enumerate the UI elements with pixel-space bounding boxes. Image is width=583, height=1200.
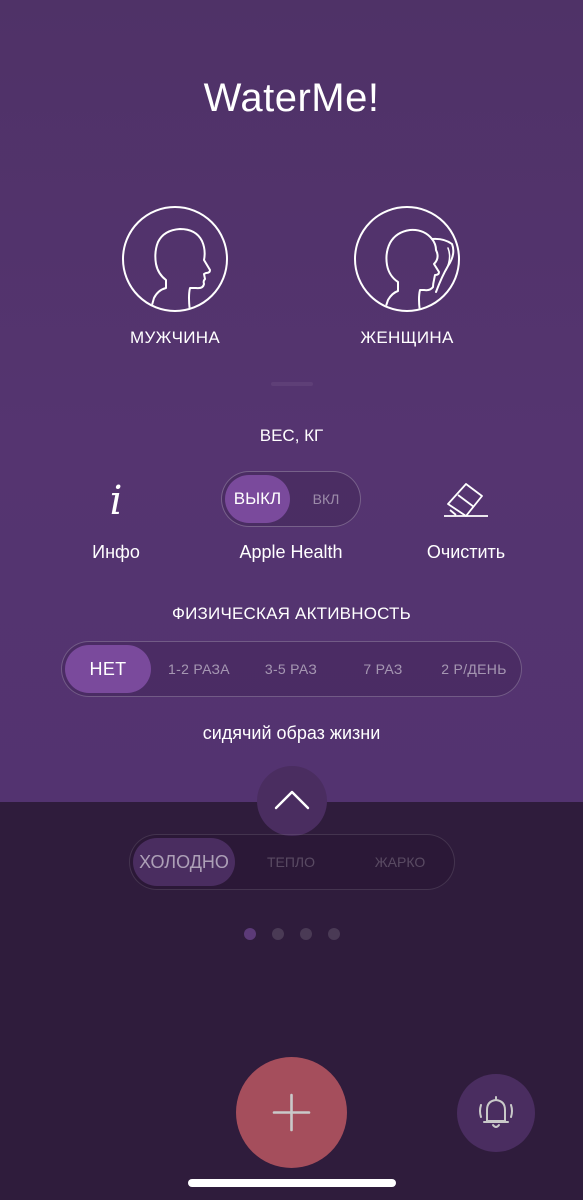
eraser-icon[interactable] [440,476,492,522]
climate-option-hot[interactable]: ЖАРКО [348,838,452,886]
reminder-button[interactable] [457,1074,535,1152]
gender-female-label: ЖЕНЩИНА [360,328,454,347]
female-avatar-circle[interactable] [354,206,460,312]
chevron-up-icon [274,790,310,810]
apple-health-toggle[interactable]: ВЫКЛ ВКЛ [221,471,361,527]
app-title: WaterMe! [203,76,380,120]
activity-option-3-5[interactable]: 3-5 РАЗ [247,645,335,693]
page-dot[interactable] [328,928,340,940]
bell-ringing-icon [479,1096,513,1128]
apple-health-label: Apple Health [239,542,343,562]
plus-icon [272,1093,311,1132]
info-icon[interactable]: i [98,478,134,524]
male-avatar-circle[interactable] [122,206,228,312]
gender-male-label: МУЖЧИНА [130,328,220,347]
male-profile-icon [149,228,211,310]
page-dot[interactable] [272,928,284,940]
page-dot[interactable] [300,928,312,940]
add-drink-button[interactable] [236,1057,347,1168]
activity-description: сидячий образ жизни [202,723,381,743]
home-indicator [188,1179,396,1187]
climate-selector[interactable]: ХОЛОДНО ТЕПЛО ЖАРКО [129,834,455,890]
collapse-button[interactable] [257,766,327,836]
weight-picker-hint[interactable] [271,382,313,386]
health-off-segment[interactable]: ВЫКЛ [225,475,290,523]
clear-label[interactable]: Очистить [416,542,516,563]
climate-option-warm[interactable]: ТЕПЛО [240,838,342,886]
activity-title: ФИЗИЧЕСКАЯ АКТИВНОСТЬ [172,604,411,623]
health-on-segment[interactable]: ВКЛ [294,475,358,523]
weight-label: ВЕС, КГ [259,426,324,445]
gender-male-option[interactable]: МУЖЧИНА [95,206,255,348]
activity-option-2-per-day[interactable]: 2 Р/ДЕНЬ [429,645,519,693]
activity-option-1-2[interactable]: 1-2 РАЗА [155,645,243,693]
page-dot[interactable] [244,928,256,940]
page-indicator [244,928,344,942]
gender-female-option[interactable]: ЖЕНЩИНА [327,206,487,348]
climate-option-cold[interactable]: ХОЛОДНО [133,838,235,886]
activity-selector[interactable]: НЕТ 1-2 РАЗА 3-5 РАЗ 7 РАЗ 2 Р/ДЕНЬ [61,641,522,697]
info-label[interactable]: Инфо [76,542,156,563]
female-profile-icon [383,228,455,310]
activity-option-none[interactable]: НЕТ [65,645,151,693]
activity-option-7[interactable]: 7 РАЗ [339,645,427,693]
